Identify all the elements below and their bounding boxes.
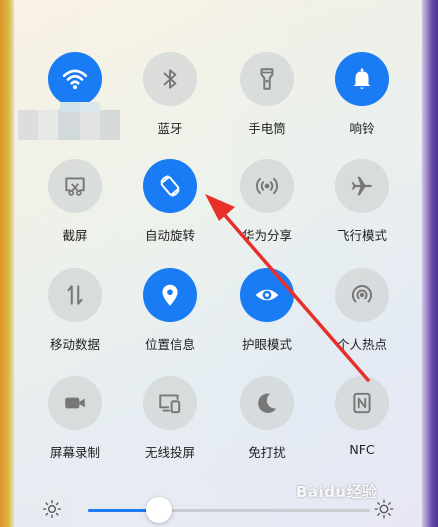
tile-auto-rotate[interactable]: 自动旋转 bbox=[122, 159, 218, 259]
ring-toggle[interactable] bbox=[335, 52, 389, 106]
tile-label: 位置信息 bbox=[144, 337, 195, 352]
tile-hotspot[interactable]: 个人热点 bbox=[314, 268, 410, 368]
screen-record-toggle[interactable] bbox=[48, 376, 102, 430]
huawei-share-icon bbox=[256, 177, 278, 195]
bluetooth-toggle[interactable] bbox=[143, 52, 197, 106]
eye-icon bbox=[255, 289, 279, 301]
hotspot-toggle[interactable] bbox=[335, 268, 389, 322]
brightness-low-icon bbox=[43, 500, 61, 518]
tile-wireless-projection[interactable]: 无线投屏 bbox=[122, 376, 218, 476]
location-icon bbox=[162, 284, 178, 306]
location-toggle[interactable] bbox=[143, 268, 197, 322]
tile-nfc[interactable]: NFC bbox=[314, 376, 410, 476]
moon-icon bbox=[258, 393, 277, 414]
watermark: Baidu经验 bbox=[296, 483, 378, 501]
tile-label: 移动数据 bbox=[49, 337, 100, 352]
wireless-projection-toggle[interactable] bbox=[143, 376, 197, 430]
blurred-wifi-name bbox=[18, 110, 120, 140]
auto-rotate-toggle[interactable] bbox=[143, 159, 197, 213]
tile-label: 蓝牙 bbox=[157, 121, 183, 136]
tile-huawei-share[interactable]: 华为分享 bbox=[219, 159, 315, 259]
tile-mobile-data[interactable]: 移动数据 bbox=[27, 268, 123, 368]
airplane-icon bbox=[351, 176, 372, 196]
tile-screen-record[interactable]: 屏幕录制 bbox=[27, 376, 123, 476]
bell-icon bbox=[353, 68, 371, 90]
auto-brightness-icon[interactable] bbox=[374, 499, 394, 519]
tile-airplane[interactable]: 飞行模式 bbox=[314, 159, 410, 259]
eye-comfort-toggle[interactable] bbox=[240, 268, 294, 322]
flashlight-icon bbox=[260, 68, 274, 90]
huawei-share-toggle[interactable] bbox=[240, 159, 294, 213]
wireless-projection-icon bbox=[159, 394, 181, 414]
tile-label: 华为分享 bbox=[241, 228, 292, 243]
nfc-icon bbox=[353, 392, 371, 414]
screenshot-toggle[interactable] bbox=[48, 159, 102, 213]
airplane-toggle[interactable] bbox=[335, 159, 389, 213]
tile-eye-comfort[interactable]: 护眼模式 bbox=[219, 268, 315, 368]
auto-rotate-icon bbox=[160, 175, 180, 197]
nfc-toggle[interactable] bbox=[335, 376, 389, 430]
tile-label: 无线投屏 bbox=[144, 445, 195, 460]
tile-screenshot[interactable]: 截屏 bbox=[27, 159, 123, 259]
tile-label: 截屏 bbox=[62, 228, 88, 243]
tile-flashlight[interactable]: 手电筒 bbox=[219, 52, 315, 152]
tile-label: 护眼模式 bbox=[241, 337, 292, 352]
tile-label: 屏幕录制 bbox=[49, 445, 100, 460]
do-not-disturb-toggle[interactable] bbox=[240, 376, 294, 430]
screen-record-icon bbox=[65, 397, 85, 409]
hotspot-icon bbox=[351, 285, 373, 303]
bluetooth-icon bbox=[163, 69, 177, 89]
tile-label: 个人热点 bbox=[336, 337, 387, 352]
screenshot-icon bbox=[65, 177, 85, 196]
tile-label: 手电筒 bbox=[248, 121, 286, 136]
mobile-data-icon bbox=[67, 285, 83, 305]
tile-label: 免打扰 bbox=[248, 445, 286, 460]
brightness-slider-thumb[interactable] bbox=[145, 497, 172, 523]
mobile-data-toggle[interactable] bbox=[48, 268, 102, 322]
wifi-toggle[interactable] bbox=[48, 52, 102, 106]
tile-location[interactable]: 位置信息 bbox=[122, 268, 218, 368]
tile-label: 飞行模式 bbox=[336, 228, 387, 243]
tile-label: 自动旋转 bbox=[144, 228, 195, 243]
tile-ring[interactable]: 响铃 bbox=[314, 52, 410, 152]
tile-bluetooth[interactable]: 蓝牙 bbox=[122, 52, 218, 152]
wifi-icon bbox=[62, 69, 88, 90]
tile-label: 响铃 bbox=[349, 121, 375, 136]
tile-label: NFC bbox=[349, 442, 375, 457]
flashlight-toggle[interactable] bbox=[240, 52, 294, 106]
tile-do-not-disturb[interactable]: 免打扰 bbox=[219, 376, 315, 476]
blurred-wifi-name-top bbox=[60, 102, 100, 112]
